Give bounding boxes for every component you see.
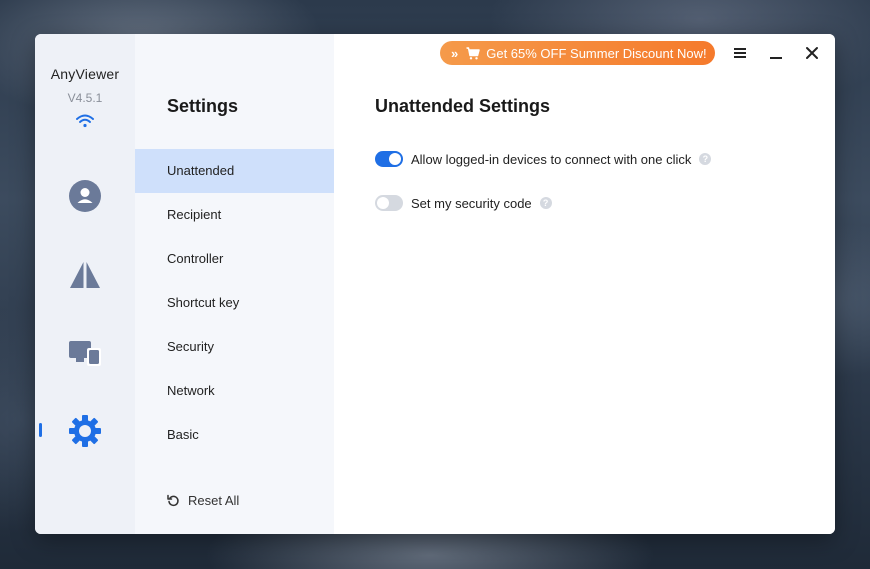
one-click-connect-label: Allow logged-in devices to connect with … — [411, 151, 692, 167]
one-click-connect-toggle[interactable] — [375, 151, 403, 167]
nav-item-network[interactable]: Network — [135, 369, 334, 413]
option-security-code: Set my security code ? — [375, 195, 552, 211]
minimize-button[interactable] — [766, 43, 786, 63]
security-code-toggle[interactable] — [375, 195, 403, 211]
reset-icon — [167, 494, 179, 507]
nav-item-unattended[interactable]: Unattended — [135, 149, 334, 193]
rail-remote-button[interactable] — [65, 255, 105, 295]
content-title: Unattended Settings — [375, 96, 551, 116]
settings-nav-list: Unattended Recipient Controller Shortcut… — [135, 149, 334, 457]
rail-connect-button[interactable] — [65, 176, 105, 216]
triangle-icon — [70, 262, 100, 288]
minimize-icon — [770, 57, 782, 59]
app-window: AnyViewer V4.5.1 Settings Unattended Rec… — [35, 34, 835, 534]
promo-label: Get 65% OFF Summer Discount Now! — [486, 45, 707, 61]
reset-all-label: Reset All — [188, 493, 240, 508]
menu-icon — [734, 48, 746, 58]
help-icon[interactable]: ? — [699, 153, 712, 165]
nav-item-controller[interactable]: Controller — [135, 237, 334, 281]
menu-button[interactable] — [730, 43, 750, 63]
gear-icon — [69, 415, 101, 447]
nav-item-shortcut-key[interactable]: Shortcut key — [135, 281, 334, 325]
icon-rail: AnyViewer V4.5.1 — [35, 34, 136, 534]
user-icon — [69, 180, 101, 212]
toggle-knob — [389, 153, 401, 165]
nav-item-recipient[interactable]: Recipient — [135, 193, 334, 237]
promo-banner[interactable]: » Get 65% OFF Summer Discount Now! — [440, 41, 715, 65]
cart-icon — [466, 46, 480, 59]
close-button[interactable] — [802, 43, 822, 63]
app-version: V4.5.1 — [67, 91, 103, 105]
rail-active-indicator — [39, 423, 42, 437]
toggle-knob — [377, 197, 389, 209]
security-code-label: Set my security code — [411, 195, 532, 211]
chevrons-icon: » — [451, 45, 458, 61]
rail-devices-button[interactable] — [65, 333, 105, 373]
nav-item-security[interactable]: Security — [135, 325, 334, 369]
nav-item-basic[interactable]: Basic — [135, 413, 334, 457]
app-name: AnyViewer — [50, 66, 120, 82]
settings-nav: Settings Unattended Recipient Controller… — [135, 34, 334, 534]
settings-title: Settings — [167, 96, 239, 116]
help-icon[interactable]: ? — [539, 197, 552, 209]
rail-settings-button[interactable] — [65, 411, 105, 451]
reset-all-button[interactable]: Reset All — [167, 493, 239, 508]
option-one-click-connect: Allow logged-in devices to connect with … — [375, 151, 712, 167]
settings-content: Unattended Settings Allow logged-in devi… — [334, 34, 835, 534]
close-icon — [806, 47, 818, 59]
devices-icon — [69, 341, 101, 366]
wifi-icon — [76, 114, 94, 128]
